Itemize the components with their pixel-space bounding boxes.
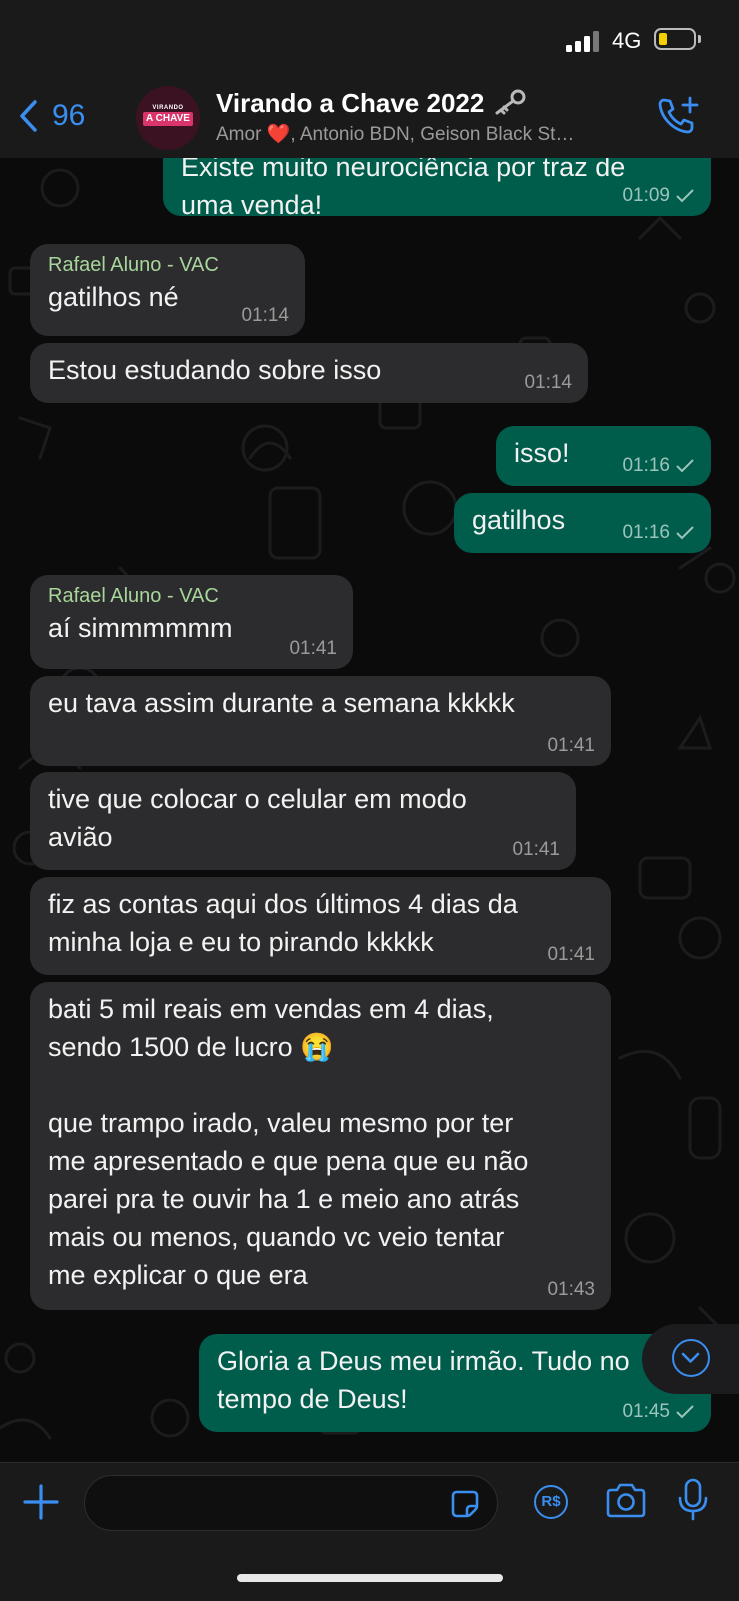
message-time: 01:43 [547,1279,595,1300]
group-avatar[interactable]: VIRANDO A CHAVE [136,86,200,150]
message-bubble-incoming[interactable]: fiz as contas aqui dos últimos 4 dias da… [30,877,611,975]
message-bubble-incoming[interactable]: Rafael Aluno - VAC aí simmmmmm 01:41 [30,575,353,669]
message-text: bati 5 mil reais em vendas em 4 dias, se… [48,994,529,1290]
signal-icon [566,30,602,52]
sender-name: Rafael Aluno - VAC [48,254,219,276]
unread-count: 96 [52,99,86,132]
message-input-box[interactable] [84,1475,498,1531]
message-text: eu tava assim durante a semana kkkkk [48,688,515,718]
message-bubble-incoming[interactable]: bati 5 mil reais em vendas em 4 dias, se… [30,982,611,1310]
message-bubble-incoming[interactable]: Rafael Aluno - VAC gatilhos né 01:14 [30,244,305,336]
sticker-icon [451,1490,479,1518]
sent-check-icon [676,526,694,540]
plus-icon [23,1484,59,1520]
message-text: fiz as contas aqui dos últimos 4 dias da… [48,889,518,957]
home-indicator[interactable] [237,1574,503,1582]
camera-icon [606,1483,646,1518]
message-text: tive que colocar o celular em modo avião [48,784,467,852]
message-time: 01:41 [547,944,595,965]
sticker-button[interactable] [449,1488,481,1525]
sent-check-icon [676,459,694,473]
chevron-left-icon [20,100,37,132]
message-time: 01:45 [622,1401,670,1422]
microphone-icon [678,1478,708,1521]
message-bubble-outgoing[interactable]: gatilhos 01:16 [454,493,711,553]
sent-check-icon [676,189,694,203]
attach-button[interactable] [22,1483,60,1526]
message-bubble-outgoing[interactable]: isso! 01:16 [496,426,711,486]
scroll-to-bottom-button[interactable] [642,1324,739,1394]
back-button[interactable]: 96 [18,94,85,138]
message-text: Existe muito neurociência por traz de um… [181,158,626,220]
chevron-down-icon [672,1339,710,1377]
message-bubble-incoming[interactable]: tive que colocar o celular em modo avião… [30,772,576,870]
network-label: 4G [612,28,642,53]
message-list[interactable]: Existe muito neurociência por traz de um… [0,158,739,1462]
message-time: 01:16 [622,522,670,543]
microphone-button[interactable] [676,1477,710,1528]
message-time: 01:14 [524,372,572,393]
add-call-button[interactable] [656,94,700,143]
sender-name: Rafael Aluno - VAC [48,585,219,607]
group-members[interactable]: Amor ❤️, Antonio BDN, Geison Black St… [216,122,636,146]
status-bar: 4G [0,0,739,80]
message-input[interactable] [85,1476,437,1530]
group-title[interactable]: Virando a Chave 2022 [216,88,526,119]
message-time: 01:41 [289,638,337,659]
message-bubble-outgoing[interactable]: Existe muito neurociência por traz de um… [163,158,711,220]
chat-header: 96 VIRANDO A CHAVE Virando a Chave 2022 … [0,80,739,159]
message-time: 01:41 [512,839,560,860]
message-time: 01:41 [547,735,595,756]
key-icon [495,89,526,115]
phone-plus-icon [658,96,699,134]
message-time: 01:09 [622,185,670,206]
message-bubble-incoming[interactable]: Estou estudando sobre isso 01:14 [30,343,588,403]
camera-button[interactable] [604,1481,648,1526]
battery-icon [654,28,701,50]
sent-check-icon [676,1405,694,1419]
message-text: Estou estudando sobre isso [48,355,382,385]
message-bubble-outgoing[interactable]: Gloria a Deus meu irmão. Tudo no tempo d… [199,1334,711,1432]
payment-button[interactable]: R$ [534,1485,568,1519]
message-time: 01:16 [622,455,670,476]
message-time: 01:14 [241,305,289,326]
message-bubble-incoming[interactable]: eu tava assim durante a semana kkkkk 01:… [30,676,611,766]
